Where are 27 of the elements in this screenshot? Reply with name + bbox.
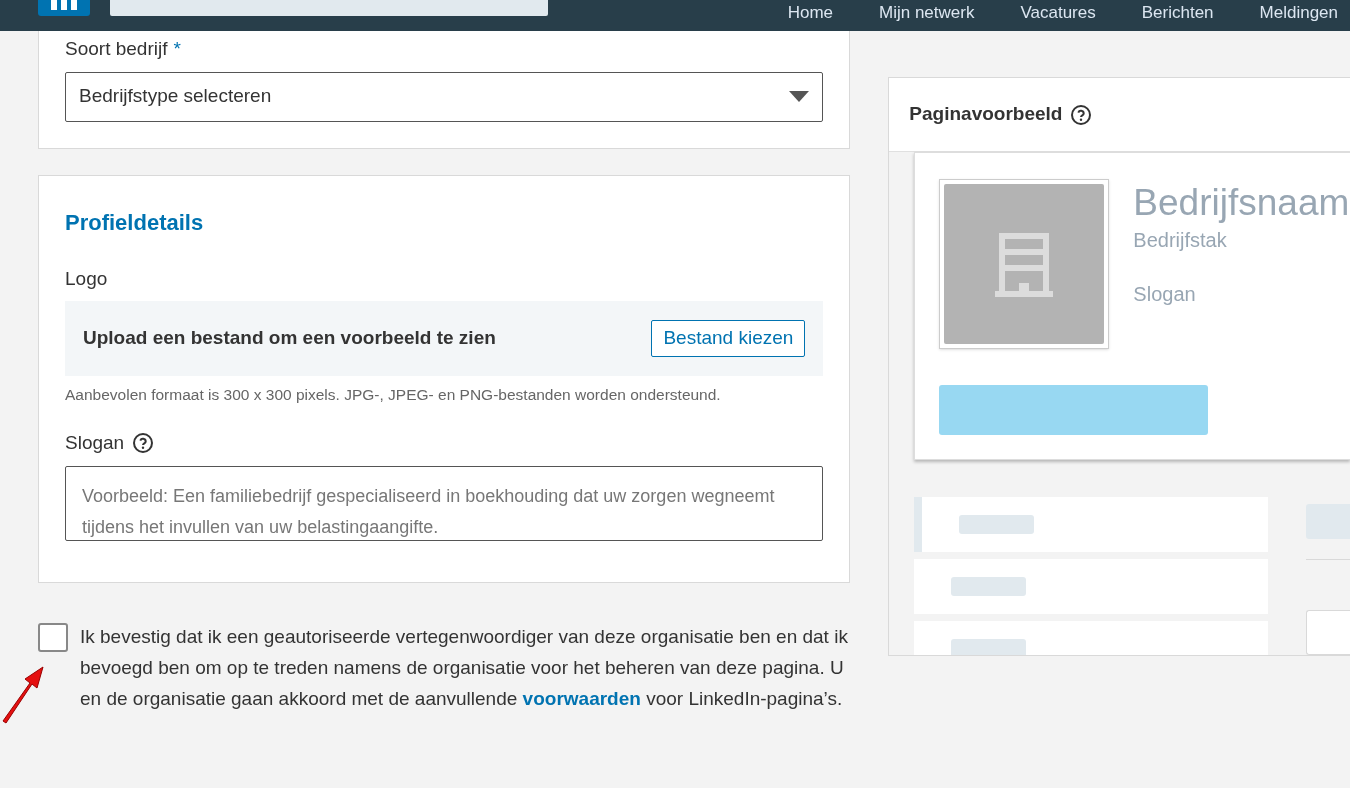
nav-link[interactable]: Berichten xyxy=(1141,0,1214,26)
help-icon[interactable] xyxy=(132,432,155,455)
terms-link[interactable]: voorwaarden xyxy=(522,687,641,709)
company-name: Bedrijfsnaam xyxy=(1133,181,1350,225)
consent-text: Ik bevestig dat ik een geautoriseerde vertegenwoordiger van deze organisatie ben en dat ik bevoegd ben om op te treden namens de organisatie voor het beheren van deze pagina. U en de organisatie gaan akkoord met de aanvullende voorwaarden voor LinkedIn-pagina’s. xyxy=(80,624,849,711)
field-label: Logo xyxy=(65,266,109,291)
help-icon[interactable] xyxy=(1070,103,1093,126)
consent-checkbox[interactable] xyxy=(38,622,68,652)
field-label: Slogan xyxy=(65,431,125,455)
nav-link[interactable]: Vacatures xyxy=(1020,0,1096,26)
logo-icon[interactable] xyxy=(38,0,90,16)
company-type-select[interactable]: Bedrijfstype selecteren xyxy=(65,71,824,122)
preview-title: Paginavoorbeeld xyxy=(909,102,1063,127)
field-label: Soort bedrijf xyxy=(65,37,168,61)
upload-text: Upload een bestand om een voorbeeld te zien xyxy=(83,326,497,351)
choose-file-button[interactable]: Bestand kiezen xyxy=(651,320,806,357)
slogan-field[interactable]: Voorbeeld: Een familiebedrijf gespecialiseerd in boekhouding dat uw zorgen wegneemt tijdens het invullen van uw belastingaangifte. xyxy=(65,465,824,541)
required-mark: * xyxy=(173,37,181,61)
nav-link[interactable]: Meldingen xyxy=(1259,0,1338,26)
logo-hint: Aanbevolen formaat is 300 x 300 pixels. JPG-, JPEG- en PNG-bestanden worden ondersteund. xyxy=(65,385,722,405)
section-title: Profieldetails xyxy=(65,208,205,237)
nav-link[interactable]: Mijn netwerk xyxy=(879,0,975,26)
nav-link[interactable]: Home xyxy=(787,0,833,26)
caret-icon xyxy=(789,91,810,102)
search-field[interactable] xyxy=(110,0,548,16)
company-industry: Bedrijfstak xyxy=(1133,228,1228,253)
company-slogan: Slogan xyxy=(1133,282,1197,307)
